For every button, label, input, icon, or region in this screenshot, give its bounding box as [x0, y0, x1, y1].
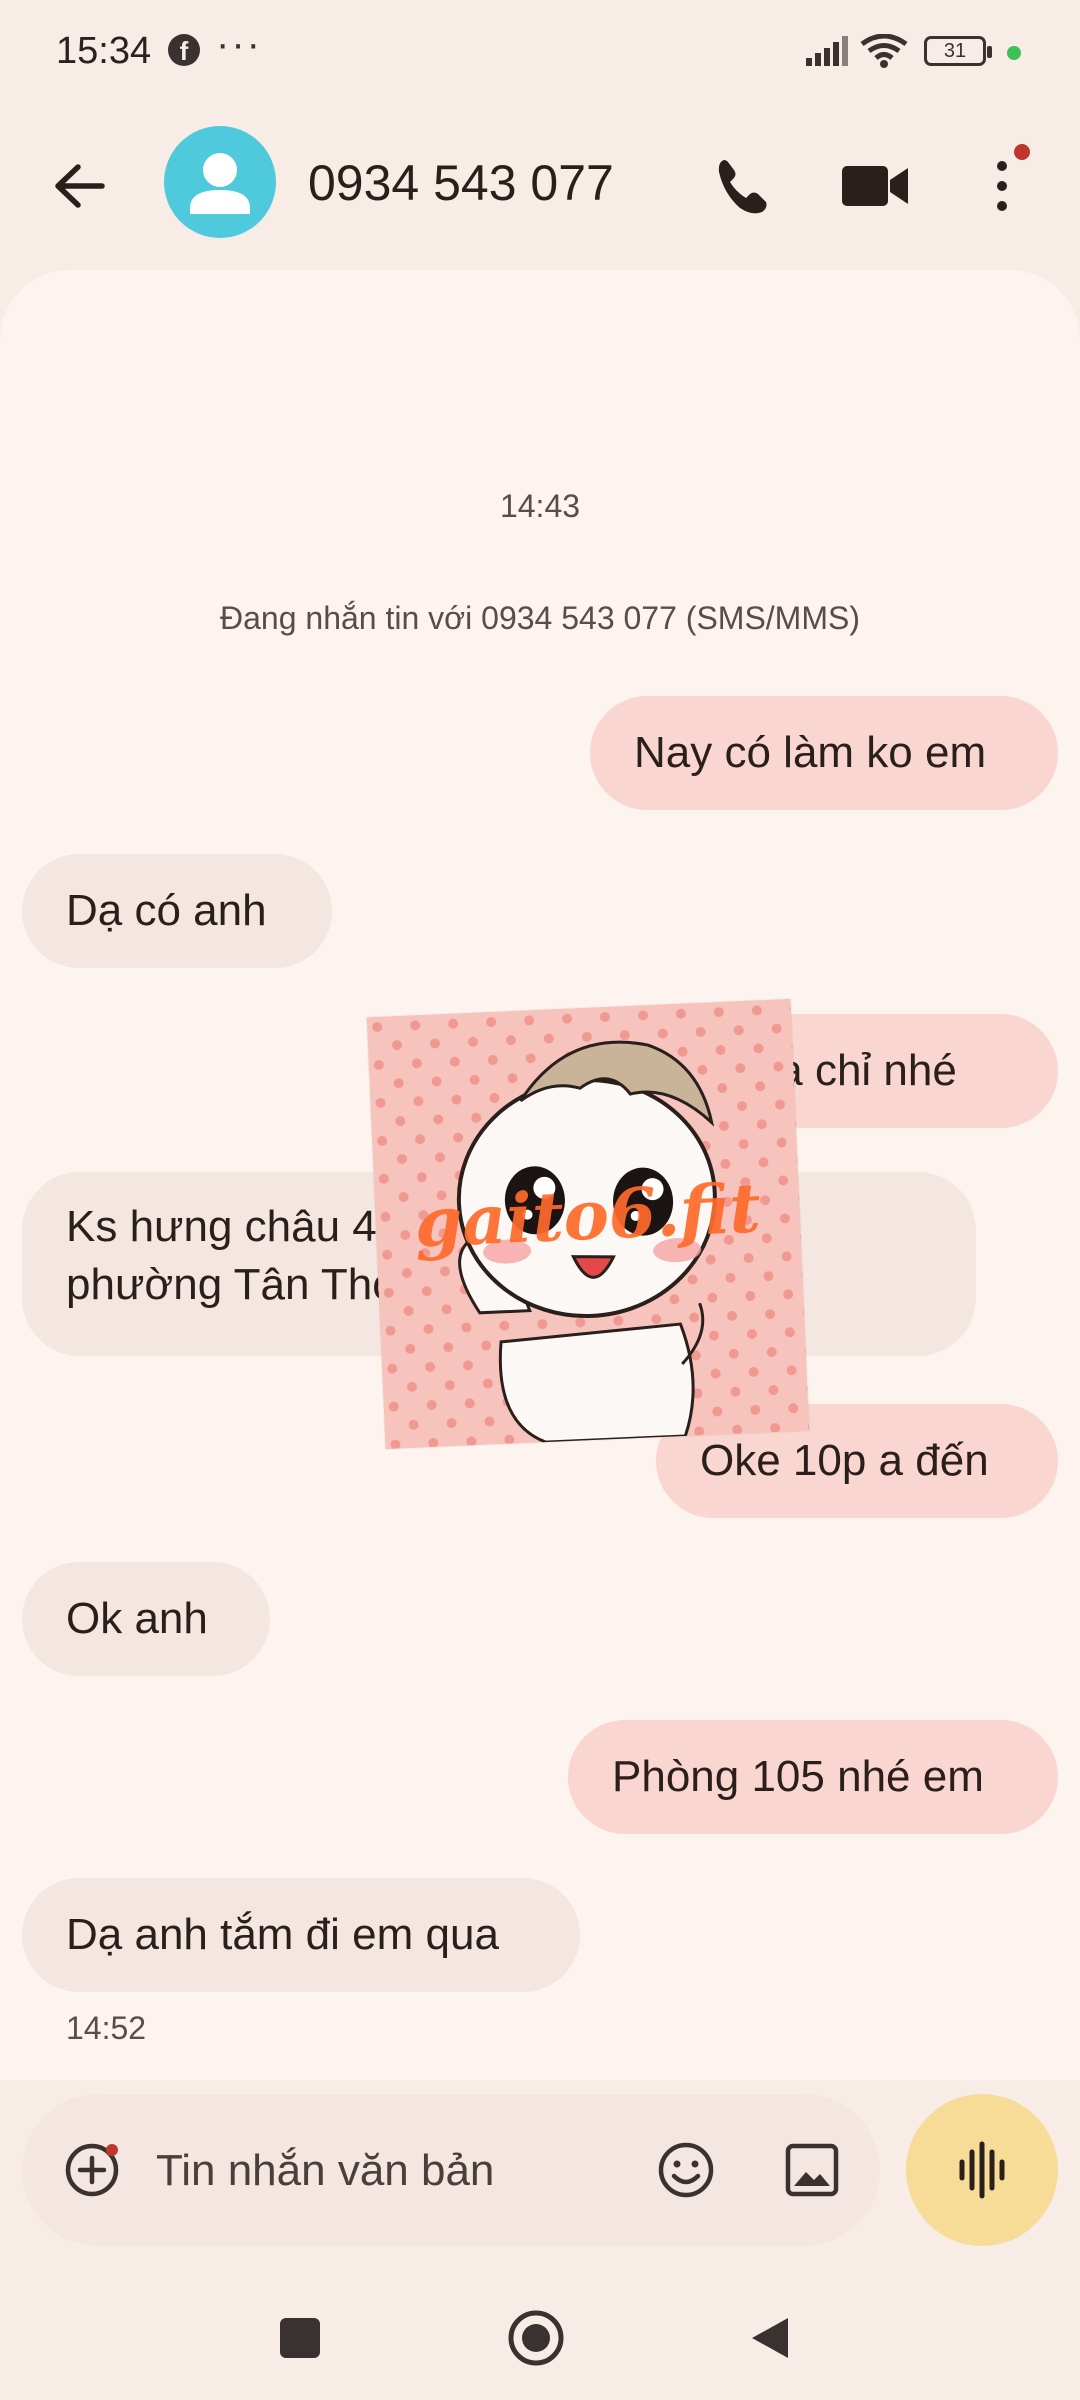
voice-waveform-icon [959, 2141, 1005, 2199]
sticker-image: gaito6.fit [366, 998, 810, 1450]
contact-name[interactable]: 0934 543 077 [308, 154, 614, 212]
video-call-icon[interactable] [836, 150, 916, 222]
recents-square-icon[interactable] [280, 2318, 320, 2358]
active-dot-icon [1007, 46, 1021, 60]
message-bubble-incoming[interactable]: Dạ anh tắm đi em qua [22, 1878, 580, 1992]
notification-badge [1014, 144, 1030, 160]
conversation-header: 0934 543 077 [0, 110, 1080, 260]
message-bubble-incoming[interactable]: Ok anh [22, 1562, 270, 1676]
message-bubble-outgoing[interactable]: Nay có làm ko em [590, 696, 1058, 810]
status-time: 15:34 [56, 30, 152, 72]
facebook-icon: f [168, 34, 200, 66]
message-input[interactable] [154, 2134, 628, 2208]
more-icon: ··· [216, 22, 262, 66]
system-navigation-bar [0, 2280, 1080, 2400]
voice-message-button[interactable] [906, 2094, 1058, 2246]
back-arrow-icon[interactable] [44, 150, 116, 222]
message-timestamp: 14:52 [66, 2010, 147, 2046]
battery-icon: 31 [924, 36, 992, 66]
home-circle-icon[interactable] [506, 2308, 566, 2368]
conversation-info: Đang nhắn tin với 0934 543 077 (SMS/MMS) [220, 600, 860, 636]
status-bar: 15:34 f ··· 31 [0, 0, 1080, 110]
avatar-person-icon[interactable] [164, 126, 276, 238]
compose-bar [22, 2094, 880, 2246]
back-triangle-icon[interactable] [748, 2314, 792, 2362]
add-attachment-icon[interactable] [60, 2138, 124, 2202]
conversation-timestamp: 14:43 [499, 488, 581, 524]
emoji-icon[interactable] [652, 2136, 720, 2204]
phone-icon[interactable] [706, 150, 778, 222]
message-bubble-incoming[interactable]: Dạ có anh [22, 854, 332, 968]
signal-icon [806, 36, 848, 66]
message-bubble-outgoing[interactable]: Phòng 105 nhé em [568, 1720, 1058, 1834]
more-vert-icon[interactable] [982, 150, 1022, 222]
gallery-icon[interactable] [778, 2136, 846, 2204]
wifi-icon [860, 34, 908, 68]
